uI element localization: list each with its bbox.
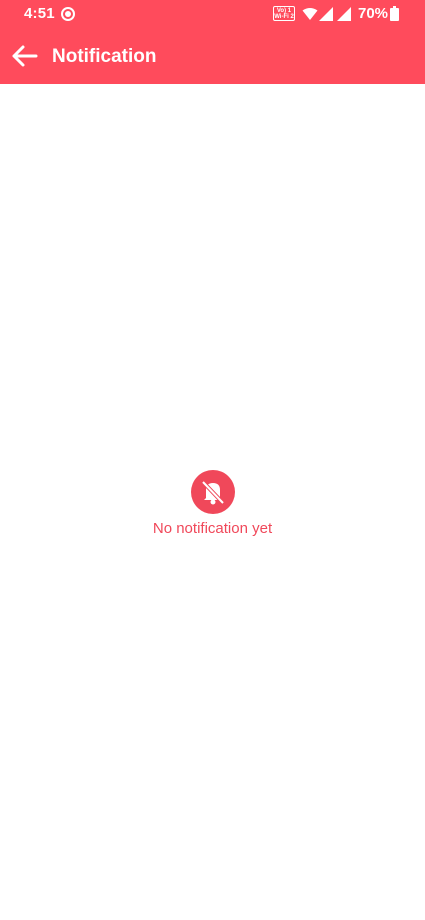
- battery-icon: [390, 6, 399, 21]
- app-bar: Notification: [0, 28, 425, 84]
- notification-screen: 4:51 Vo) 1 Wi-Fi 2 70% Notification No n…: [0, 0, 425, 920]
- page-title: Notification: [52, 46, 157, 67]
- volte-icon: Vo) 1 Wi-Fi 2: [273, 6, 295, 21]
- battery-percentage: 70%: [358, 5, 389, 22]
- status-time: 4:51: [24, 5, 55, 22]
- bell-off-icon: [190, 470, 235, 514]
- volte-line2: Wi-Fi 2: [274, 14, 294, 20]
- signal-icon: [319, 7, 333, 21]
- wifi-icon: [302, 8, 318, 20]
- back-arrow-icon[interactable]: [10, 42, 40, 70]
- record-icon: [61, 7, 75, 21]
- empty-state: No notification yet: [0, 470, 425, 537]
- empty-state-message: No notification yet: [152, 520, 273, 537]
- status-bar: 4:51 Vo) 1 Wi-Fi 2 70%: [0, 0, 425, 28]
- signal-icon: [337, 7, 351, 21]
